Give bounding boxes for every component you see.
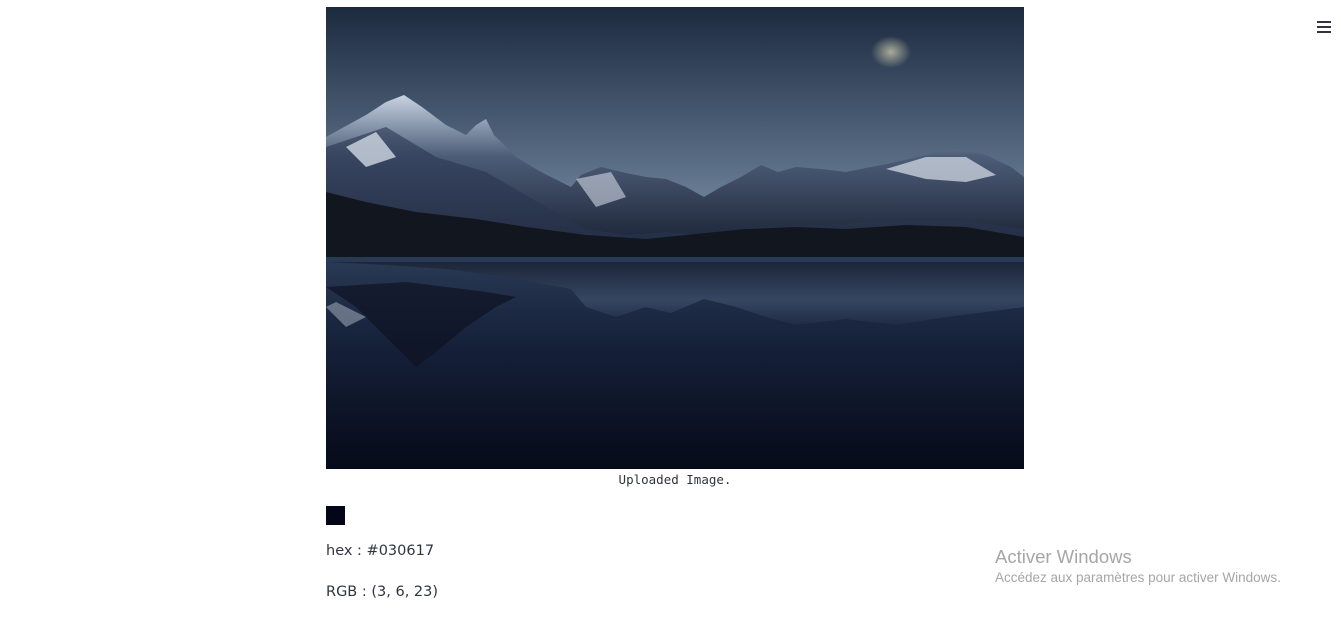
app-page: Uploaded Image. hex : #030617 RGB : (3, … [0,0,1341,618]
main-content: Uploaded Image. hex : #030617 RGB : (3, … [326,7,1024,602]
image-caption: Uploaded Image. [618,472,732,487]
watermark-subtitle: Accédez aux paramètres pour activer Wind… [995,570,1281,585]
uploaded-image [326,7,1024,469]
watermark-title: Activer Windows [995,546,1132,567]
main-menu-button[interactable] [1315,16,1333,38]
color-swatch [326,506,345,525]
hamburger-menu-icon [1317,20,1331,34]
windows-activation-watermark: Activer Windows Accédez aux paramètres p… [995,545,1335,587]
hex-value-text: hex : #030617 [326,543,435,559]
rgb-value-text: RGB : (3, 6, 23) [326,584,439,600]
